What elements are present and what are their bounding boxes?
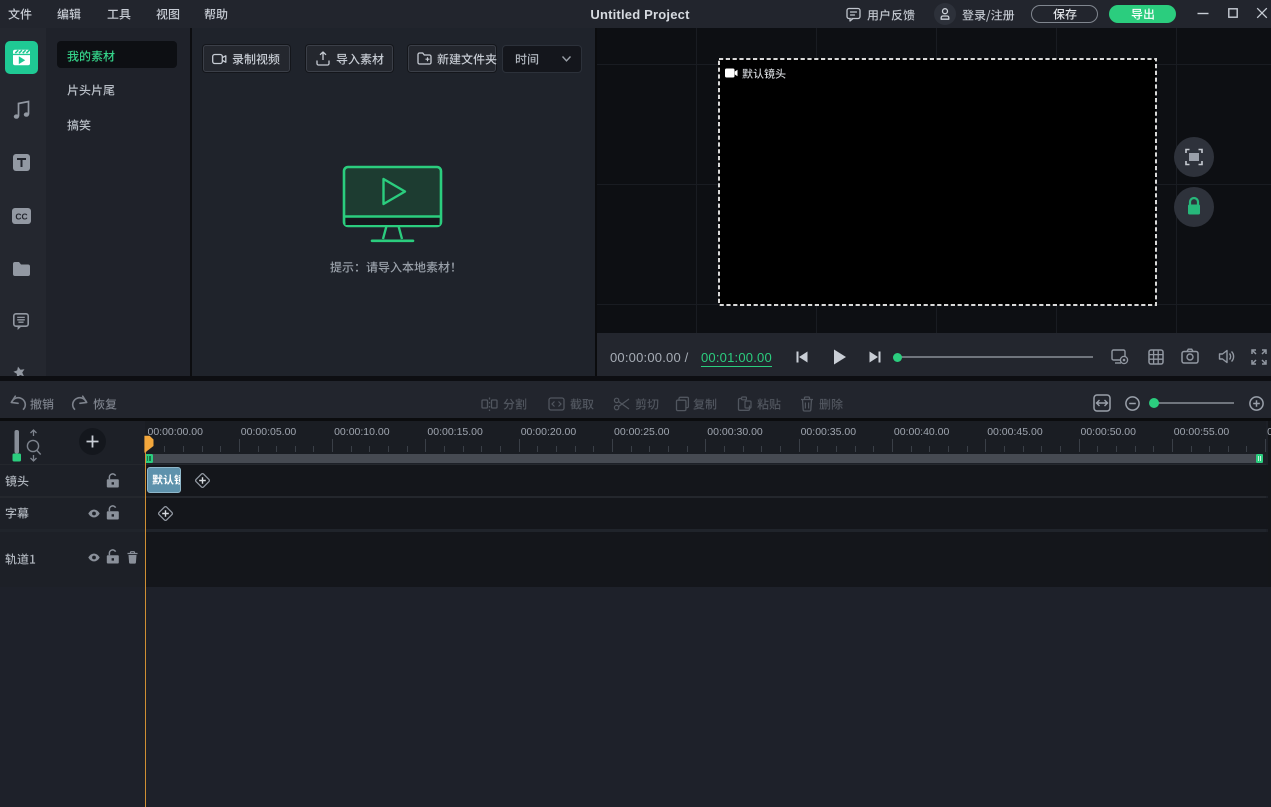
svg-text:CC: CC [15,212,27,222]
